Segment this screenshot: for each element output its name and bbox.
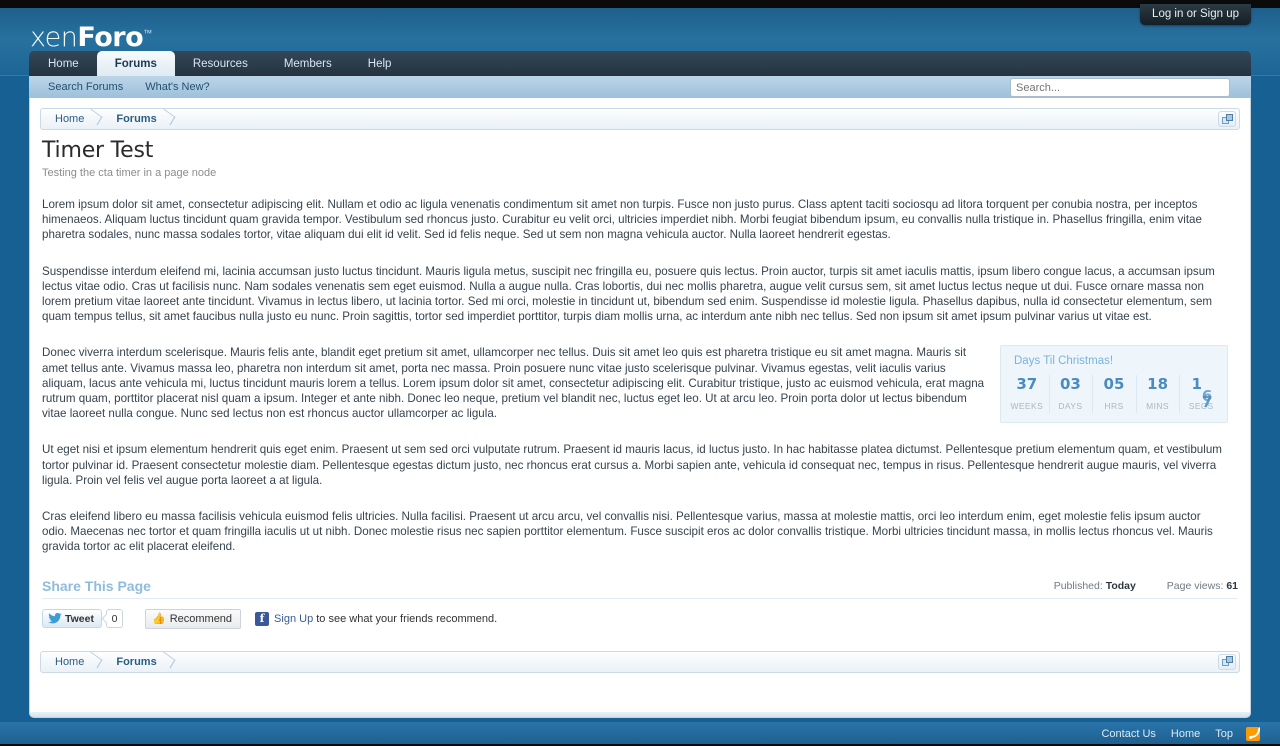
footer-link-contact-us[interactable]: Contact Us xyxy=(1101,728,1155,740)
facebook-signup-rest: to see what your friends recommend. xyxy=(313,612,498,625)
nav-tab-forums[interactable]: Forums xyxy=(96,51,175,76)
breadcrumb-bottom: Home Forums xyxy=(40,650,1240,673)
logo-trademark: ™ xyxy=(143,29,152,39)
share-heading-row: Share This Page Published: Today Page vi… xyxy=(42,578,1238,599)
timer-value-secs: 167 xyxy=(1179,374,1223,411)
breadcrumb-items-bottom: Home Forums xyxy=(41,652,1239,672)
subnav-whats-new[interactable]: What's New? xyxy=(134,76,220,98)
logo-text-pre: xen xyxy=(30,22,78,53)
facebook-recommend-button[interactable]: 👍 Recommend xyxy=(144,608,242,629)
share-section: Share This Page Published: Today Page vi… xyxy=(42,576,1238,629)
breadcrumb-top: Home Forums xyxy=(40,108,1240,130)
breadcrumb-item-forums-bottom[interactable]: Forums xyxy=(102,652,174,672)
body-paragraph: Lorem ipsum dolor sit amet, consectetur … xyxy=(42,198,1202,242)
timer-unit-hrs: 05 HRS xyxy=(1092,373,1136,416)
facebook-group: 👍 Recommend f Sign Up to see what your f… xyxy=(144,608,497,629)
share-buttons: Tweet 0 👍 Recommend f Sign Up to see wha… xyxy=(42,608,1238,629)
breadcrumb-items: Home Forums xyxy=(41,109,1239,129)
breadcrumb-item-home[interactable]: Home xyxy=(41,109,102,129)
thumbs-up-icon: 👍 xyxy=(151,613,166,626)
nav-tab-home[interactable]: Home xyxy=(30,51,97,76)
publish-info: Published: Today Page views: 61 xyxy=(1026,580,1238,592)
published-group: Published: Today xyxy=(1040,580,1136,592)
page-title: Timer Test xyxy=(42,138,154,163)
timer-unit-days: 03 DAYS xyxy=(1048,373,1093,416)
body-paragraph: Ut eget nisi et ipsum elementum hendreri… xyxy=(42,443,1222,487)
breadcrumb-item-forums[interactable]: Forums xyxy=(102,109,174,129)
nav-tab-resources[interactable]: Resources xyxy=(175,51,266,76)
body-paragraph: Cras eleifend libero eu massa facilisis … xyxy=(42,510,1213,554)
twitter-bird-icon xyxy=(48,613,62,624)
timer-unit-mins: 18 MINS xyxy=(1135,373,1180,416)
facebook-recommend-label: Recommend xyxy=(169,612,233,625)
countdown-timer-widget: Days Til Christmas! 37 WEEKS 03 DAYS 05 … xyxy=(1000,345,1228,423)
timer-secs-lead-digit: 1 xyxy=(1191,374,1202,393)
tweet-label: Tweet xyxy=(65,612,94,625)
top-black-strip xyxy=(0,0,1280,8)
timer-value-mins: 18 xyxy=(1147,374,1169,393)
open-quick-navigation-icon-bottom[interactable] xyxy=(1218,653,1236,670)
facebook-icon: f xyxy=(255,611,270,626)
timer-unit-secs: 167 SECS xyxy=(1179,373,1223,416)
nav-tab-members[interactable]: Members xyxy=(266,51,350,76)
timer-label-mins: MINS xyxy=(1146,400,1169,411)
countdown-timer-title: Days Til Christmas! xyxy=(1014,355,1114,368)
breadcrumb-item-home-bottom[interactable]: Home xyxy=(41,652,102,672)
timer-unit-weeks: 37 WEEKS xyxy=(1005,373,1049,416)
timer-label-days: DAYS xyxy=(1058,400,1083,411)
login-signup-link[interactable]: Log in or Sign up xyxy=(1152,8,1239,20)
rss-feed-icon[interactable] xyxy=(1246,727,1260,741)
facebook-signup-text: Sign Up to see what your friends recomme… xyxy=(274,613,497,625)
body-paragraph: Suspendisse interdum eleifend mi, lacini… xyxy=(42,264,1215,324)
tweet-button[interactable]: Tweet xyxy=(42,609,102,629)
nav-tab-help[interactable]: Help xyxy=(350,51,410,76)
search-input[interactable] xyxy=(1010,78,1230,97)
subnav-search-forums[interactable]: Search Forums xyxy=(29,76,134,98)
timer-secs-flip-to: 7 xyxy=(1201,392,1213,411)
facebook-signup-link[interactable]: Sign Up xyxy=(274,613,313,625)
views-label: Page views: xyxy=(1166,579,1224,592)
footer-link-top[interactable]: Top xyxy=(1215,728,1233,740)
timer-value-hrs: 05 xyxy=(1103,374,1125,393)
countdown-timer-units: 37 WEEKS 03 DAYS 05 HRS 18 MINS 167 SECS xyxy=(1005,373,1223,416)
logo-text-strong: Foro xyxy=(77,22,144,53)
published-value: Today xyxy=(1105,579,1136,592)
timer-value-days: 03 xyxy=(1059,374,1081,393)
nav-tab-list: Home Forums Resources Members Help xyxy=(29,51,1251,76)
page-body: Lorem ipsum dolor sit amet, consectetur … xyxy=(42,197,1228,555)
sub-navigation-links: Search Forums What's New? xyxy=(29,76,221,98)
site-logo[interactable]: xenForo™ xyxy=(30,22,152,53)
sub-navigation: Search Forums What's New? xyxy=(29,76,1251,98)
share-heading: Share This Page xyxy=(42,577,151,594)
timer-label-hrs: HRS xyxy=(1104,400,1124,411)
published-label: Published: xyxy=(1053,579,1103,592)
footer-links: Contact Us Home Top xyxy=(0,722,1280,746)
page-title-block: Timer Test Testing the cta timer in a pa… xyxy=(42,138,1240,179)
login-bar[interactable]: Log in or Sign up xyxy=(1140,4,1251,25)
footer-link-home[interactable]: Home xyxy=(1171,728,1200,740)
open-quick-navigation-icon[interactable] xyxy=(1218,111,1236,127)
timer-label-weeks: WEEKS xyxy=(1010,400,1044,411)
main-navigation: Home Forums Resources Members Help xyxy=(0,51,1280,76)
page-subtitle: Testing the cta timer in a page node xyxy=(42,167,217,179)
tweet-count[interactable]: 0 xyxy=(105,609,123,629)
timer-value-weeks: 37 xyxy=(1016,374,1038,393)
footer-bar xyxy=(29,712,1251,718)
page-content-shell: Home Forums Timer Test Testing the cta t… xyxy=(29,98,1251,712)
views-group: Page views: 61 xyxy=(1153,580,1238,592)
views-value: 61 xyxy=(1226,579,1238,592)
